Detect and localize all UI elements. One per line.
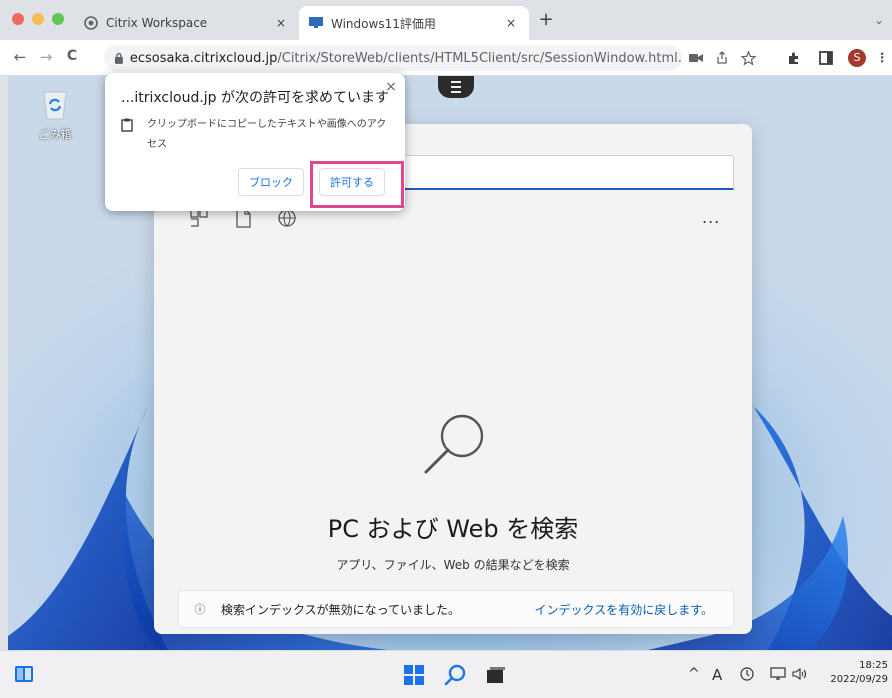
tab-title: Windows11評価用	[331, 16, 436, 31]
allow-button-highlight	[310, 161, 404, 208]
more-menu-icon[interactable]: ⋮	[874, 50, 890, 66]
share-icon[interactable]	[714, 50, 730, 66]
start-button[interactable]	[404, 665, 424, 685]
search-magnifier-icon	[424, 414, 484, 474]
browser-toolbar: ← → C ecsosaka.citrixcloud.jp/Citrix/Sto…	[0, 40, 892, 76]
index-info-bar: ⓘ 検索インデックスが無効になっていました。 インデックスを有効に戻します。	[178, 590, 734, 628]
lock-icon[interactable]	[114, 52, 124, 64]
address-bar[interactable]: ecsosaka.citrixcloud.jp/Citrix/StoreWeb/…	[104, 45, 682, 71]
tab-windows11[interactable]: Windows11評価用 ×	[299, 6, 529, 40]
menu-icon	[451, 81, 461, 93]
ime-indicator[interactable]: A	[712, 666, 722, 684]
taskbar-clock[interactable]: 18:25 2022/09/29	[826, 659, 888, 687]
window-zoom-dot[interactable]	[52, 13, 64, 25]
citrix-toolbar-handle[interactable]	[438, 76, 474, 98]
clock-status-icon[interactable]	[740, 667, 754, 681]
permission-title: ...itrixcloud.jp が次の許可を求めています	[121, 90, 390, 106]
search-input[interactable]	[378, 155, 734, 190]
clipboard-icon	[121, 118, 133, 132]
widgets-icon[interactable]	[14, 665, 34, 683]
enable-index-link[interactable]: インデックスを有効に戻します。	[535, 601, 713, 618]
index-disabled-message: 検索インデックスが無効になっていました。	[221, 602, 461, 617]
profile-avatar[interactable]: S	[848, 49, 866, 67]
recycle-bin-shortcut[interactable]: ごみ箱	[30, 86, 80, 142]
tab-search-button[interactable]: ⌄	[874, 13, 884, 27]
clock-date: 2022/09/29	[830, 674, 888, 685]
window-minimize-dot[interactable]	[32, 13, 44, 25]
windows-taskbar: ^ A 18:25 2022/09/29	[0, 650, 892, 698]
task-view-icon[interactable]	[486, 666, 506, 684]
block-button[interactable]: ブロック	[238, 168, 304, 196]
window-close-dot[interactable]	[12, 13, 24, 25]
reload-button[interactable]: C	[62, 48, 82, 64]
side-panel-icon[interactable]	[818, 50, 834, 66]
extensions-icon[interactable]	[786, 50, 802, 66]
close-icon[interactable]: ×	[383, 79, 399, 95]
back-button[interactable]: ←	[10, 48, 30, 66]
recycle-bin-icon	[43, 91, 67, 120]
citrix-icon	[84, 16, 98, 30]
info-icon: ⓘ	[194, 603, 206, 616]
tab-strip: Citrix Workspace × Windows11評価用 × + ⌄	[0, 0, 892, 40]
new-tab-button[interactable]: +	[536, 11, 556, 31]
tab-citrix-workspace[interactable]: Citrix Workspace ×	[74, 6, 299, 40]
clock-time: 18:25	[859, 660, 888, 671]
search-heading: PC および Web を検索	[327, 515, 579, 543]
tab-close-icon[interactable]: ×	[501, 16, 521, 30]
network-icon[interactable]	[770, 667, 786, 681]
permission-description: クリップボードにコピーしたテキストや画像へのアクセス	[147, 119, 387, 150]
search-subheading: アプリ、ファイル、Web の結果などを検索	[336, 558, 570, 572]
more-options-button[interactable]: ...	[702, 208, 720, 227]
tab-close-icon[interactable]: ×	[271, 16, 291, 30]
tray-chevron-icon[interactable]: ^	[688, 666, 700, 682]
camera-icon[interactable]	[688, 50, 704, 66]
recycle-bin-label: ごみ箱	[38, 128, 72, 141]
volume-icon[interactable]	[792, 667, 808, 681]
monitor-icon	[309, 16, 323, 30]
tab-title: Citrix Workspace	[106, 16, 208, 30]
bookmark-star-icon[interactable]	[740, 50, 756, 66]
url-text: ecsosaka.citrixcloud.jp/Citrix/StoreWeb/…	[129, 50, 682, 66]
forward-button[interactable]: →	[36, 48, 56, 66]
taskbar-search-icon[interactable]	[444, 664, 466, 686]
